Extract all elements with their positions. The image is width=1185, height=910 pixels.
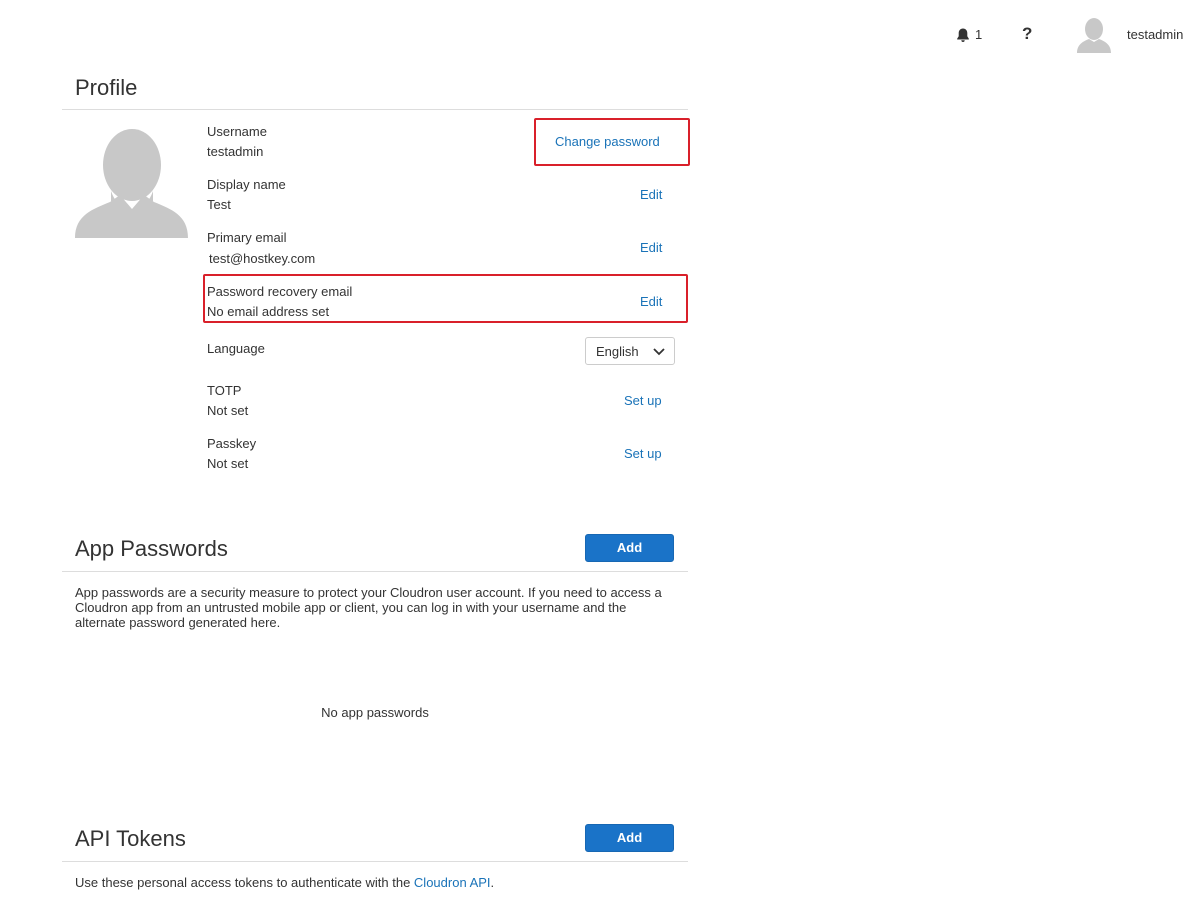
passkey-label: Passkey bbox=[207, 436, 257, 451]
display-name-label: Display name bbox=[207, 177, 286, 192]
recovery-email-label: Password recovery email bbox=[207, 284, 353, 299]
api-tokens-title: API Tokens bbox=[75, 826, 186, 851]
user-avatar-icon[interactable] bbox=[1075, 17, 1113, 53]
edit-recovery-email-link[interactable]: Edit bbox=[640, 294, 662, 309]
totp-label: TOTP bbox=[207, 383, 242, 398]
add-app-password-button[interactable]: Add bbox=[585, 534, 674, 562]
username-value: testadmin bbox=[207, 144, 264, 159]
recovery-email-value: No email address set bbox=[207, 304, 330, 319]
username-label: Username bbox=[207, 124, 267, 139]
cloudron-api-link[interactable]: Cloudron API bbox=[414, 875, 491, 890]
passkey-value: Not set bbox=[207, 456, 249, 471]
profile-divider bbox=[62, 109, 688, 110]
change-password-link[interactable]: Change password bbox=[555, 134, 660, 149]
language-label: Language bbox=[207, 341, 265, 356]
edit-display-name-link[interactable]: Edit bbox=[640, 187, 662, 202]
chevron-down-icon bbox=[653, 348, 665, 356]
profile-avatar-icon[interactable] bbox=[75, 129, 188, 238]
setup-totp-link[interactable]: Set up bbox=[624, 393, 662, 408]
add-api-token-button[interactable]: Add bbox=[585, 824, 674, 852]
api-tokens-description-prefix: Use these personal access tokens to auth… bbox=[75, 875, 414, 890]
api-tokens-divider bbox=[62, 861, 688, 862]
language-selected-value: English bbox=[596, 344, 639, 359]
profile-title: Profile bbox=[75, 75, 138, 100]
app-passwords-title: App Passwords bbox=[75, 536, 228, 561]
edit-primary-email-link[interactable]: Edit bbox=[640, 240, 662, 255]
api-tokens-description-suffix: . bbox=[490, 875, 495, 890]
help-question-icon[interactable]: ? bbox=[1022, 24, 1032, 44]
no-app-passwords-text: No app passwords bbox=[321, 705, 429, 720]
bell-icon[interactable] bbox=[955, 27, 971, 43]
notification-count[interactable]: 1 bbox=[975, 27, 982, 42]
primary-email-value: test@hostkey.com bbox=[209, 251, 316, 266]
top-bar: 1 ? testadmin bbox=[0, 0, 1185, 68]
language-select[interactable]: English bbox=[585, 337, 675, 365]
setup-passkey-link[interactable]: Set up bbox=[624, 446, 662, 461]
primary-email-label: Primary email bbox=[207, 230, 287, 245]
display-name-value: Test bbox=[207, 197, 231, 212]
app-passwords-divider bbox=[62, 571, 688, 572]
top-username[interactable]: testadmin bbox=[1127, 27, 1183, 42]
app-passwords-description: App passwords are a security measure to … bbox=[75, 585, 662, 630]
totp-value: Not set bbox=[207, 403, 249, 418]
api-tokens-description: Use these personal access tokens to auth… bbox=[75, 875, 680, 890]
